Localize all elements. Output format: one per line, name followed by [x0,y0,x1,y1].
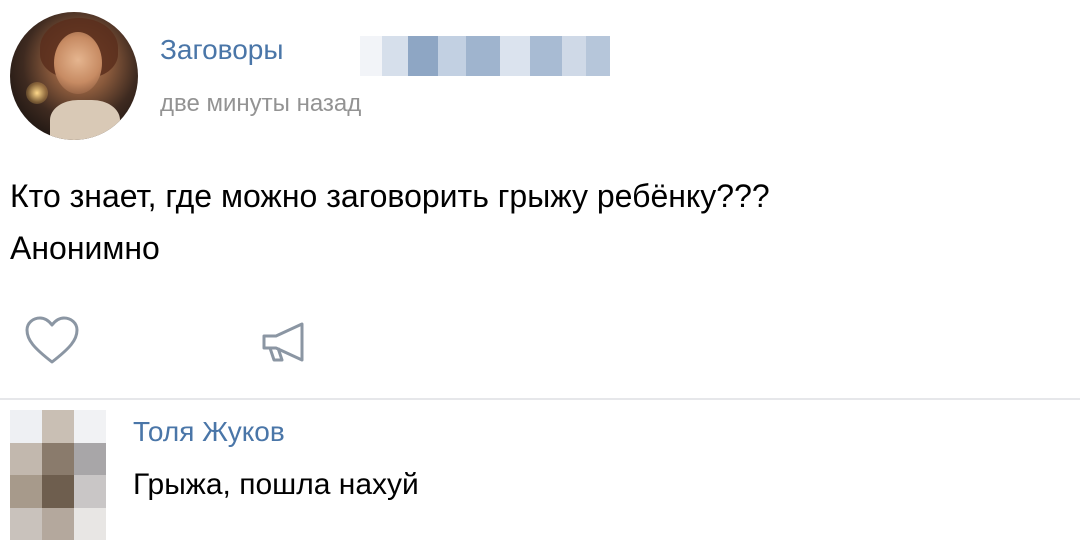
post-text: Кто знает, где можно заговорить грыжу ре… [10,170,1070,274]
comment-author[interactable]: Толя Жуков [133,416,285,448]
megaphone-icon[interactable] [256,320,314,364]
post-text-line: Кто знает, где можно заговорить грыжу ре… [10,178,770,214]
post: Заговоры две минуты назад Кто знает, где… [0,0,1080,400]
divider [0,398,1080,400]
post-text-line: Анонимно [10,230,160,266]
comment-text: Грыжа, пошла нахуй [133,468,419,501]
commenter-avatar-pixelated[interactable] [10,410,106,540]
group-avatar[interactable] [10,12,138,140]
heart-icon[interactable] [24,316,80,366]
pixelated-name-suffix [360,36,610,76]
post-time: две минуты назад [160,90,362,117]
group-name[interactable]: Заговоры [160,34,283,66]
